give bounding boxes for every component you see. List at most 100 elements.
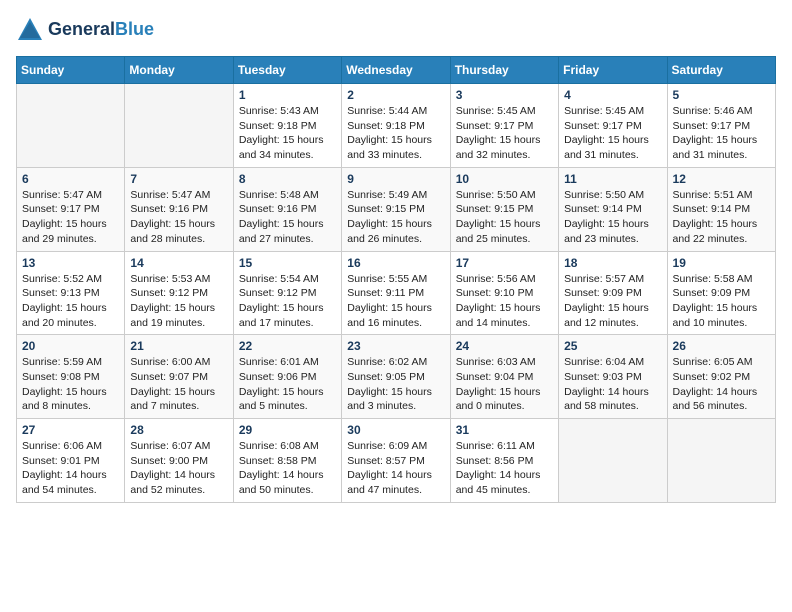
calendar-cell (667, 419, 775, 503)
calendar-cell: 22 Sunrise: 6:01 AM Sunset: 9:06 PM Dayli… (233, 335, 341, 419)
day-info: Sunrise: 5:44 AM Sunset: 9:18 PM Dayligh… (347, 104, 444, 163)
day-info: Sunrise: 6:03 AM Sunset: 9:04 PM Dayligh… (456, 355, 553, 414)
calendar-cell: 3 Sunrise: 5:45 AM Sunset: 9:17 PM Daylig… (450, 84, 558, 168)
calendar-cell: 29 Sunrise: 6:08 AM Sunset: 8:58 PM Dayli… (233, 419, 341, 503)
day-number: 14 (130, 256, 227, 270)
calendar-cell: 12 Sunrise: 5:51 AM Sunset: 9:14 PM Dayli… (667, 167, 775, 251)
day-info: Sunrise: 5:53 AM Sunset: 9:12 PM Dayligh… (130, 272, 227, 331)
day-info: Sunrise: 5:58 AM Sunset: 9:09 PM Dayligh… (673, 272, 770, 331)
calendar-cell: 8 Sunrise: 5:48 AM Sunset: 9:16 PM Daylig… (233, 167, 341, 251)
day-info: Sunrise: 6:08 AM Sunset: 8:58 PM Dayligh… (239, 439, 336, 498)
day-info: Sunrise: 6:06 AM Sunset: 9:01 PM Dayligh… (22, 439, 119, 498)
day-info: Sunrise: 5:48 AM Sunset: 9:16 PM Dayligh… (239, 188, 336, 247)
day-number: 16 (347, 256, 444, 270)
calendar-cell: 9 Sunrise: 5:49 AM Sunset: 9:15 PM Daylig… (342, 167, 450, 251)
day-number: 27 (22, 423, 119, 437)
calendar-cell (125, 84, 233, 168)
day-number: 31 (456, 423, 553, 437)
logo-icon (16, 16, 44, 44)
calendar-cell: 15 Sunrise: 5:54 AM Sunset: 9:12 PM Dayli… (233, 251, 341, 335)
day-number: 30 (347, 423, 444, 437)
day-info: Sunrise: 6:09 AM Sunset: 8:57 PM Dayligh… (347, 439, 444, 498)
weekday-header: Thursday (450, 57, 558, 84)
day-number: 3 (456, 88, 553, 102)
day-info: Sunrise: 6:11 AM Sunset: 8:56 PM Dayligh… (456, 439, 553, 498)
calendar-body: 1 Sunrise: 5:43 AM Sunset: 9:18 PM Daylig… (17, 84, 776, 503)
day-number: 7 (130, 172, 227, 186)
calendar-week-row: 6 Sunrise: 5:47 AM Sunset: 9:17 PM Daylig… (17, 167, 776, 251)
calendar-cell: 20 Sunrise: 5:59 AM Sunset: 9:08 PM Dayli… (17, 335, 125, 419)
day-info: Sunrise: 5:49 AM Sunset: 9:15 PM Dayligh… (347, 188, 444, 247)
header-row: SundayMondayTuesdayWednesdayThursdayFrid… (17, 57, 776, 84)
weekday-header: Friday (559, 57, 667, 84)
day-number: 25 (564, 339, 661, 353)
day-info: Sunrise: 5:57 AM Sunset: 9:09 PM Dayligh… (564, 272, 661, 331)
day-number: 9 (347, 172, 444, 186)
day-info: Sunrise: 5:45 AM Sunset: 9:17 PM Dayligh… (564, 104, 661, 163)
day-number: 15 (239, 256, 336, 270)
day-number: 5 (673, 88, 770, 102)
calendar-cell: 26Sunrise: 6:05 AM Sunset: 9:02 PM Dayli… (667, 335, 775, 419)
day-number: 20 (22, 339, 119, 353)
calendar-week-row: 27 Sunrise: 6:06 AM Sunset: 9:01 PM Dayli… (17, 419, 776, 503)
day-number: 11 (564, 172, 661, 186)
calendar-cell: 1 Sunrise: 5:43 AM Sunset: 9:18 PM Daylig… (233, 84, 341, 168)
weekday-header: Sunday (17, 57, 125, 84)
day-number: 8 (239, 172, 336, 186)
weekday-header: Wednesday (342, 57, 450, 84)
day-info: Sunrise: 5:45 AM Sunset: 9:17 PM Dayligh… (456, 104, 553, 163)
day-number: 24 (456, 339, 553, 353)
day-info: Sunrise: 5:43 AM Sunset: 9:18 PM Dayligh… (239, 104, 336, 163)
calendar-cell: 19 Sunrise: 5:58 AM Sunset: 9:09 PM Dayli… (667, 251, 775, 335)
weekday-header: Monday (125, 57, 233, 84)
calendar-cell: 18 Sunrise: 5:57 AM Sunset: 9:09 PM Dayli… (559, 251, 667, 335)
day-info: Sunrise: 6:00 AM Sunset: 9:07 PM Dayligh… (130, 355, 227, 414)
calendar-cell: 25 Sunrise: 6:04 AM Sunset: 9:03 PM Dayli… (559, 335, 667, 419)
day-info: Sunrise: 5:55 AM Sunset: 9:11 PM Dayligh… (347, 272, 444, 331)
day-info: Sunrise: 5:51 AM Sunset: 9:14 PM Dayligh… (673, 188, 770, 247)
day-number: 2 (347, 88, 444, 102)
calendar-cell: 30 Sunrise: 6:09 AM Sunset: 8:57 PM Dayli… (342, 419, 450, 503)
day-info: Sunrise: 5:47 AM Sunset: 9:16 PM Dayligh… (130, 188, 227, 247)
day-number: 26 (673, 339, 770, 353)
calendar-cell: 10Sunrise: 5:50 AM Sunset: 9:15 PM Dayli… (450, 167, 558, 251)
day-number: 4 (564, 88, 661, 102)
calendar-cell: 23 Sunrise: 6:02 AM Sunset: 9:05 PM Dayli… (342, 335, 450, 419)
day-info: Sunrise: 6:07 AM Sunset: 9:00 PM Dayligh… (130, 439, 227, 498)
day-info: Sunrise: 5:52 AM Sunset: 9:13 PM Dayligh… (22, 272, 119, 331)
calendar-cell: 6 Sunrise: 5:47 AM Sunset: 9:17 PM Daylig… (17, 167, 125, 251)
calendar-cell: 14 Sunrise: 5:53 AM Sunset: 9:12 PM Dayli… (125, 251, 233, 335)
calendar-cell: 31 Sunrise: 6:11 AM Sunset: 8:56 PM Dayli… (450, 419, 558, 503)
day-number: 22 (239, 339, 336, 353)
day-number: 18 (564, 256, 661, 270)
day-number: 6 (22, 172, 119, 186)
logo-text: GeneralBlue (48, 20, 154, 40)
day-info: Sunrise: 6:01 AM Sunset: 9:06 PM Dayligh… (239, 355, 336, 414)
day-info: Sunrise: 5:46 AM Sunset: 9:17 PM Dayligh… (673, 104, 770, 163)
calendar-header: SundayMondayTuesdayWednesdayThursdayFrid… (17, 57, 776, 84)
calendar-cell: 21 Sunrise: 6:00 AM Sunset: 9:07 PM Dayli… (125, 335, 233, 419)
day-number: 10 (456, 172, 553, 186)
day-number: 23 (347, 339, 444, 353)
calendar-cell: 7 Sunrise: 5:47 AM Sunset: 9:16 PM Daylig… (125, 167, 233, 251)
calendar-cell: 16 Sunrise: 5:55 AM Sunset: 9:11 PM Dayli… (342, 251, 450, 335)
calendar-cell: 27 Sunrise: 6:06 AM Sunset: 9:01 PM Dayli… (17, 419, 125, 503)
calendar-cell (17, 84, 125, 168)
day-number: 28 (130, 423, 227, 437)
day-info: Sunrise: 6:02 AM Sunset: 9:05 PM Dayligh… (347, 355, 444, 414)
day-number: 12 (673, 172, 770, 186)
calendar-cell (559, 419, 667, 503)
weekday-header: Saturday (667, 57, 775, 84)
calendar-cell: 2 Sunrise: 5:44 AM Sunset: 9:18 PM Daylig… (342, 84, 450, 168)
calendar-week-row: 20 Sunrise: 5:59 AM Sunset: 9:08 PM Dayli… (17, 335, 776, 419)
day-info: Sunrise: 5:54 AM Sunset: 9:12 PM Dayligh… (239, 272, 336, 331)
calendar-cell: 13Sunrise: 5:52 AM Sunset: 9:13 PM Dayli… (17, 251, 125, 335)
day-number: 1 (239, 88, 336, 102)
day-info: Sunrise: 6:04 AM Sunset: 9:03 PM Dayligh… (564, 355, 661, 414)
day-info: Sunrise: 5:47 AM Sunset: 9:17 PM Dayligh… (22, 188, 119, 247)
calendar-cell: 5 Sunrise: 5:46 AM Sunset: 9:17 PM Daylig… (667, 84, 775, 168)
day-number: 21 (130, 339, 227, 353)
day-number: 19 (673, 256, 770, 270)
day-number: 29 (239, 423, 336, 437)
day-info: Sunrise: 5:59 AM Sunset: 9:08 PM Dayligh… (22, 355, 119, 414)
